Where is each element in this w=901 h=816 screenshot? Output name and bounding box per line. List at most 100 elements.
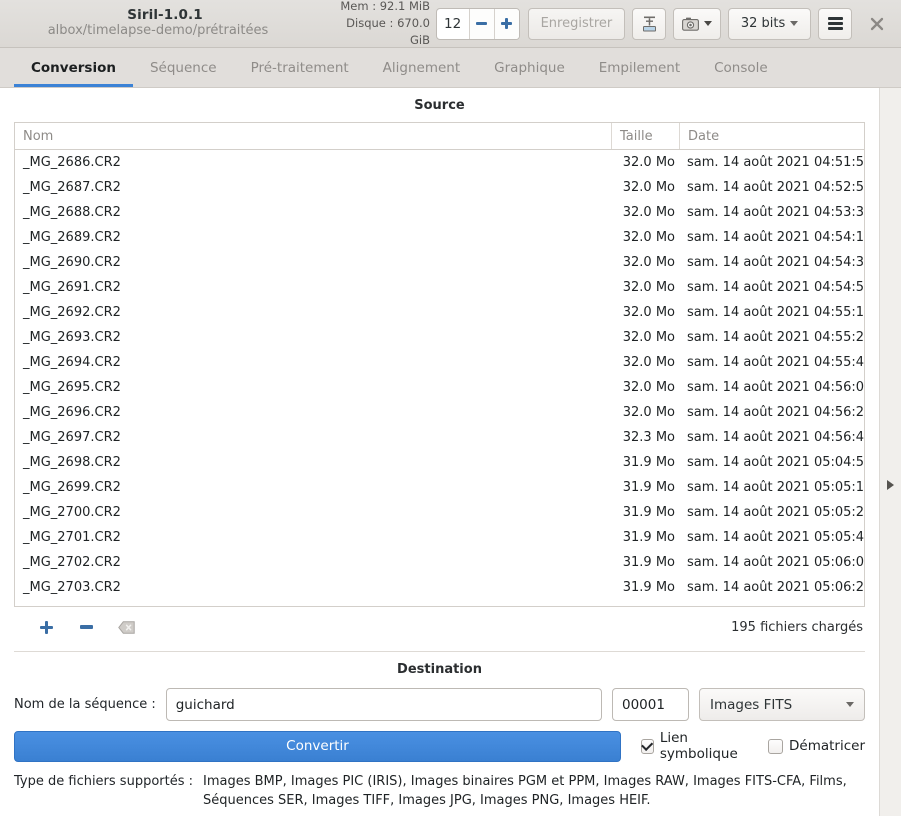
cell-date: sam. 14 août 2021 04:55:29 [687,330,864,345]
table-row[interactable]: _MG_2694.CR2 32.0 Mo sam. 14 août 2021 04:… [15,350,864,375]
cell-nom: _MG_2696.CR2 [23,405,121,420]
cell-date: sam. 14 août 2021 04:56:41 [687,430,864,445]
table-row[interactable]: _MG_2701.CR2 31.9 Mo sam. 14 août 2021 05:… [15,525,864,550]
file-list-header: Nom Taille Date [15,123,864,150]
cell-date: sam. 14 août 2021 05:05:46 [687,530,864,545]
bit-depth-dropdown[interactable]: 32 bits [727,7,812,40]
column-header-nom[interactable]: Nom [15,123,611,149]
disk-space-label: Disque : 670.0 GiB [346,15,430,48]
cell-taille: 32.0 Mo [622,330,675,345]
snapshot-dropdown-button[interactable] [673,7,721,40]
header-bar: Siril-1.0.1 albox/timelapse-demo/prétrai… [0,0,901,48]
cell-taille: 32.0 Mo [622,355,675,370]
table-row[interactable]: _MG_2699.CR2 31.9 Mo sam. 14 août 2021 05:… [15,475,864,500]
cell-nom: _MG_2703.CR2 [23,580,121,595]
astrometry-button[interactable] [632,7,667,40]
cell-nom: _MG_2702.CR2 [23,555,121,570]
tab-sequence[interactable]: Séquence [133,48,234,87]
destination-row: Nom de la séquence : guichard 00001 Imag… [14,688,865,721]
cell-nom: _MG_2700.CR2 [23,505,121,520]
clear-list-button[interactable] [106,620,146,634]
source-file-list[interactable]: Nom Taille Date _MG_2686.CR2 32.0 Mo sam. … [14,122,865,607]
plus-icon [501,18,513,29]
main-menu-button[interactable] [818,7,853,40]
table-row[interactable]: _MG_2687.CR2 32.0 Mo sam. 14 août 2021 04:… [15,175,864,200]
table-row[interactable]: _MG_2702.CR2 31.9 Mo sam. 14 août 2021 05:… [15,550,864,575]
cell-taille: 32.0 Mo [622,305,675,320]
tab-conversion[interactable]: Conversion [14,48,133,87]
minus-icon [476,22,488,25]
output-format-label: Images FITS [710,696,793,713]
cell-nom: _MG_2686.CR2 [23,155,121,170]
column-header-taille[interactable]: Taille [611,123,679,149]
table-row[interactable]: _MG_2693.CR2 32.0 Mo sam. 14 août 2021 04:… [15,325,864,350]
cell-date: sam. 14 août 2021 05:06:04 [687,555,864,570]
table-row[interactable]: _MG_2690.CR2 32.0 Mo sam. 14 août 2021 04:… [15,250,864,275]
table-row[interactable]: _MG_2686.CR2 32.0 Mo sam. 14 août 2021 04:… [15,150,864,175]
cell-taille: 32.0 Mo [622,255,675,270]
table-row[interactable]: _MG_2698.CR2 31.9 Mo sam. 14 août 2021 05:… [15,450,864,475]
cell-date: sam. 14 août 2021 04:53:33 [687,205,864,220]
cell-date: sam. 14 août 2021 04:51:54 [687,155,864,170]
tab-alignement[interactable]: Alignement [366,48,477,87]
zoom-decrease-button[interactable] [469,8,494,39]
cell-nom: _MG_2697.CR2 [23,430,121,445]
table-row[interactable]: _MG_2695.CR2 32.0 Mo sam. 14 août 2021 04:… [15,375,864,400]
add-files-button[interactable] [26,620,66,634]
zoom-spinner[interactable]: 12 [436,7,520,40]
cell-taille: 32.0 Mo [622,205,675,220]
chevron-right-icon [887,480,894,490]
tab-pretraitement[interactable]: Pré-traitement [234,48,366,87]
title-block: Siril-1.0.1 albox/timelapse-demo/prétrai… [0,8,330,39]
cell-taille: 32.0 Mo [622,380,675,395]
cell-date: sam. 14 août 2021 04:54:17 [687,230,864,245]
table-row[interactable]: _MG_2688.CR2 32.0 Mo sam. 14 août 2021 04:… [15,200,864,225]
cell-nom: _MG_2689.CR2 [23,230,121,245]
tab-console[interactable]: Console [697,48,785,87]
table-row[interactable]: _MG_2700.CR2 31.9 Mo sam. 14 août 2021 05:… [15,500,864,525]
cell-taille: 31.9 Mo [622,480,675,495]
cell-taille: 32.0 Mo [622,155,675,170]
tab-graphique[interactable]: Graphique [477,48,582,87]
zoom-increase-button[interactable] [493,8,519,39]
hamburger-menu-icon [827,17,843,30]
supported-formats: Type de fichiers supportés : Images BMP,… [0,762,879,811]
cell-nom: _MG_2687.CR2 [23,180,121,195]
symlink-checkbox[interactable]: Lien symbolique [641,730,752,762]
cell-nom: _MG_2692.CR2 [23,305,121,320]
conversion-page: Source Nom Taille Date _MG_2686.CR2 32.0 … [0,88,901,816]
cell-nom: _MG_2699.CR2 [23,480,121,495]
start-index-input[interactable]: 00001 [612,688,689,721]
save-button[interactable]: Enregistrer [527,7,626,40]
cell-taille: 32.0 Mo [622,230,675,245]
convert-row: Convertir Lien symbolique Dématricer [14,730,865,762]
right-panel-expander[interactable] [879,88,901,816]
table-row[interactable]: _MG_2697.CR2 32.3 Mo sam. 14 août 2021 04:… [15,425,864,450]
window-close-button[interactable] [863,10,891,38]
cell-date: sam. 14 août 2021 04:55:47 [687,355,864,370]
table-row[interactable]: _MG_2691.CR2 32.0 Mo sam. 14 août 2021 04:… [15,275,864,300]
cell-date: sam. 14 août 2021 05:05:28 [687,505,864,520]
zoom-spinner-value[interactable]: 12 [437,9,469,39]
siril-main-window: Siril-1.0.1 albox/timelapse-demo/prétrai… [0,0,901,816]
table-row[interactable]: _MG_2696.CR2 32.0 Mo sam. 14 août 2021 04:… [15,400,864,425]
table-row[interactable]: _MG_2703.CR2 31.9 Mo sam. 14 août 2021 05:… [15,575,864,600]
convert-button[interactable]: Convertir [14,730,621,762]
remove-files-button[interactable] [66,625,106,629]
sequence-name-input[interactable]: guichard [165,688,602,721]
bit-depth-label: 32 bits [740,16,786,31]
sequence-name-label: Nom de la séquence : [14,697,156,712]
chevron-down-icon [703,21,712,26]
table-row[interactable]: _MG_2692.CR2 32.0 Mo sam. 14 août 2021 04:… [15,300,864,325]
output-format-dropdown[interactable]: Images FITS [699,688,865,721]
snapshot-camera-icon [682,17,699,31]
column-header-date[interactable]: Date [679,123,864,149]
cell-date: sam. 14 août 2021 05:05:10 [687,480,864,495]
cell-date: sam. 14 août 2021 04:52:54 [687,180,864,195]
cell-date: sam. 14 août 2021 04:56:23 [687,405,864,420]
debayer-checkbox[interactable]: Dématricer [768,738,865,754]
cell-taille: 32.0 Mo [622,405,675,420]
cell-taille: 32.3 Mo [622,430,675,445]
table-row[interactable]: _MG_2689.CR2 32.0 Mo sam. 14 août 2021 04:… [15,225,864,250]
tab-empilement[interactable]: Empilement [582,48,697,87]
